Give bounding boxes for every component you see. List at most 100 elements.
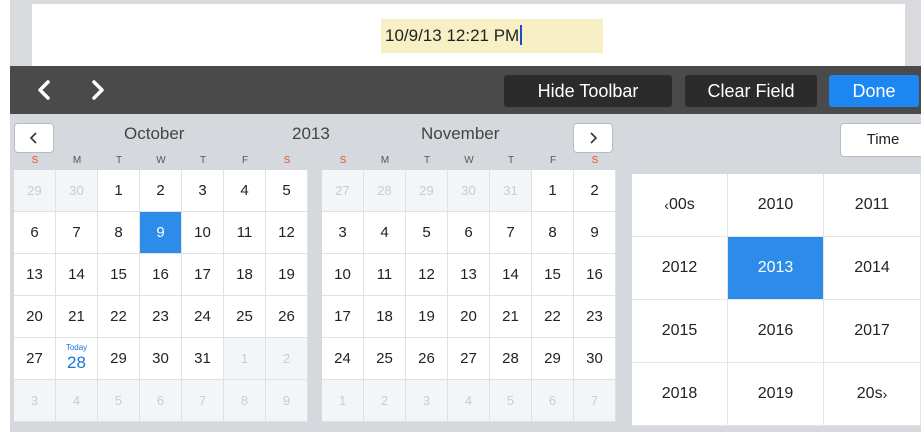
day-cell[interactable]: 8 <box>532 212 574 254</box>
day-cell[interactable]: 16 <box>140 254 182 296</box>
day-cell[interactable]: 13 <box>14 254 56 296</box>
day-cell[interactable]: 27 <box>14 338 56 380</box>
day-cell[interactable]: 4 <box>56 380 98 422</box>
day-cell[interactable]: 29 <box>14 170 56 212</box>
day-cell-selected[interactable]: 9 <box>140 212 182 254</box>
day-cell[interactable]: 9 <box>266 380 308 422</box>
day-cell[interactable]: 7 <box>574 380 616 422</box>
day-cell[interactable]: 1 <box>98 170 140 212</box>
day-cell[interactable]: 8 <box>224 380 266 422</box>
prev-month-button[interactable] <box>14 123 54 153</box>
year-cell-selected[interactable]: 2013 <box>728 237 824 300</box>
year-cell[interactable]: 2011 <box>824 174 921 237</box>
day-cell-today[interactable]: Today 28 <box>56 338 98 380</box>
day-cell[interactable]: 20 <box>448 296 490 338</box>
day-cell[interactable]: 22 <box>532 296 574 338</box>
year-cell[interactable]: 2010 <box>728 174 824 237</box>
year-cell[interactable]: 2014 <box>824 237 921 300</box>
next-field-button[interactable] <box>78 66 118 114</box>
day-cell[interactable]: 29 <box>98 338 140 380</box>
day-cell[interactable]: 5 <box>490 380 532 422</box>
year-cell[interactable]: 2017 <box>824 300 921 363</box>
day-cell[interactable]: 16 <box>574 254 616 296</box>
day-cell[interactable]: 24 <box>322 338 364 380</box>
day-cell[interactable]: 2 <box>574 170 616 212</box>
day-cell[interactable]: 30 <box>574 338 616 380</box>
day-cell[interactable]: 5 <box>266 170 308 212</box>
day-cell[interactable]: 3 <box>14 380 56 422</box>
clear-field-button[interactable]: Clear Field <box>685 75 817 107</box>
day-cell[interactable]: 26 <box>266 296 308 338</box>
day-cell[interactable]: 6 <box>448 212 490 254</box>
day-cell[interactable]: 10 <box>322 254 364 296</box>
day-cell[interactable]: 5 <box>98 380 140 422</box>
year-cell[interactable]: 2012 <box>632 237 728 300</box>
day-cell[interactable]: 26 <box>406 338 448 380</box>
day-cell[interactable]: 17 <box>182 254 224 296</box>
next-decade-button[interactable]: 20s › <box>824 363 921 426</box>
done-button[interactable]: Done <box>829 75 919 107</box>
day-cell[interactable]: 1 <box>224 338 266 380</box>
day-cell[interactable]: 1 <box>532 170 574 212</box>
day-cell[interactable]: 23 <box>140 296 182 338</box>
day-cell[interactable]: 8 <box>98 212 140 254</box>
day-cell[interactable]: 15 <box>532 254 574 296</box>
day-cell[interactable]: 28 <box>490 338 532 380</box>
day-cell[interactable]: 2 <box>140 170 182 212</box>
day-cell[interactable]: 14 <box>56 254 98 296</box>
day-cell[interactable]: 1 <box>322 380 364 422</box>
day-cell[interactable]: 6 <box>14 212 56 254</box>
day-cell[interactable]: 20 <box>14 296 56 338</box>
day-cell[interactable]: 28 <box>364 170 406 212</box>
day-cell[interactable]: 2 <box>266 338 308 380</box>
day-cell[interactable]: 21 <box>490 296 532 338</box>
next-month-button[interactable] <box>573 123 613 153</box>
prev-decade-button[interactable]: ‹ 00s <box>632 174 728 237</box>
day-cell[interactable]: 3 <box>182 170 224 212</box>
day-cell[interactable]: 27 <box>322 170 364 212</box>
day-cell[interactable]: 13 <box>448 254 490 296</box>
day-cell[interactable]: 5 <box>406 212 448 254</box>
time-button[interactable]: Time <box>840 123 921 157</box>
day-cell[interactable]: 31 <box>490 170 532 212</box>
day-cell[interactable]: 11 <box>364 254 406 296</box>
day-cell[interactable]: 4 <box>448 380 490 422</box>
day-cell[interactable]: 25 <box>364 338 406 380</box>
day-cell[interactable]: 14 <box>490 254 532 296</box>
day-cell[interactable]: 30 <box>56 170 98 212</box>
day-cell[interactable]: 11 <box>224 212 266 254</box>
previous-field-button[interactable] <box>24 66 64 114</box>
day-cell[interactable]: 18 <box>224 254 266 296</box>
day-cell[interactable]: 22 <box>98 296 140 338</box>
day-cell[interactable]: 30 <box>140 338 182 380</box>
day-cell[interactable]: 15 <box>98 254 140 296</box>
day-cell[interactable]: 6 <box>140 380 182 422</box>
day-cell[interactable]: 19 <box>406 296 448 338</box>
day-cell[interactable]: 30 <box>448 170 490 212</box>
day-cell[interactable]: 12 <box>406 254 448 296</box>
day-cell[interactable]: 9 <box>574 212 616 254</box>
day-cell[interactable]: 29 <box>532 338 574 380</box>
day-cell[interactable]: 17 <box>322 296 364 338</box>
day-cell[interactable]: 10 <box>182 212 224 254</box>
day-cell[interactable]: 31 <box>182 338 224 380</box>
day-cell[interactable]: 4 <box>224 170 266 212</box>
year-cell[interactable]: 2015 <box>632 300 728 363</box>
year-cell[interactable]: 2016 <box>728 300 824 363</box>
year-cell[interactable]: 2019 <box>728 363 824 426</box>
day-cell[interactable]: 12 <box>266 212 308 254</box>
day-cell[interactable]: 3 <box>322 212 364 254</box>
day-cell[interactable]: 24 <box>182 296 224 338</box>
day-cell[interactable]: 27 <box>448 338 490 380</box>
day-cell[interactable]: 19 <box>266 254 308 296</box>
day-cell[interactable]: 7 <box>182 380 224 422</box>
day-cell[interactable]: 6 <box>532 380 574 422</box>
day-cell[interactable]: 23 <box>574 296 616 338</box>
day-cell[interactable]: 7 <box>56 212 98 254</box>
day-cell[interactable]: 3 <box>406 380 448 422</box>
day-cell[interactable]: 29 <box>406 170 448 212</box>
year-cell[interactable]: 2018 <box>632 363 728 426</box>
day-cell[interactable]: 25 <box>224 296 266 338</box>
day-cell[interactable]: 7 <box>490 212 532 254</box>
day-cell[interactable]: 4 <box>364 212 406 254</box>
